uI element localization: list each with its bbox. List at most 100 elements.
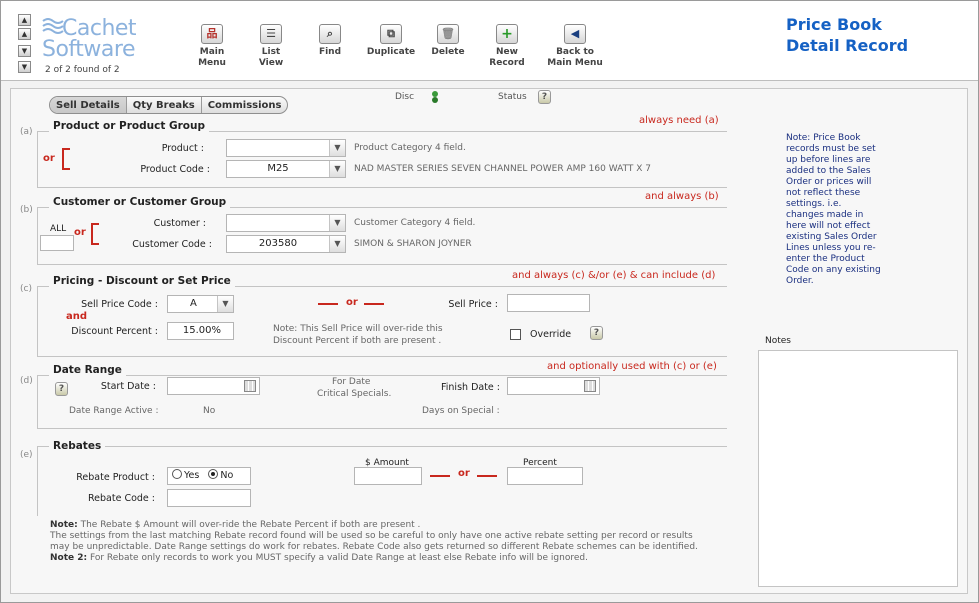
section-a-title: Product or Product Group <box>49 120 210 132</box>
section-b-bracket <box>91 223 99 245</box>
date-range-active-value: No <box>203 406 216 416</box>
back-arrow-icon: ◀ <box>564 24 586 44</box>
search-icon: ⌕ <box>319 24 341 44</box>
duplicate-button[interactable]: ⧉ Duplicate <box>359 24 423 58</box>
chevron-down-icon: ▼ <box>329 161 345 177</box>
chevron-down-icon: ▼ <box>329 236 345 252</box>
product-code-label: Product Code : <box>140 164 210 175</box>
chevron-down-icon: ▼ <box>329 215 345 231</box>
finish-date-label: Finish Date : <box>441 382 500 393</box>
override-help-icon[interactable]: ? <box>590 326 603 340</box>
section-c-or: or <box>346 297 358 308</box>
rebate-yes-radio[interactable] <box>172 469 182 479</box>
chevron-down-icon: ▼ <box>329 140 345 156</box>
product-code-select[interactable]: M25 ▼ <box>226 160 346 178</box>
section-b-side-rule <box>37 207 38 265</box>
section-e-or: or <box>458 468 470 479</box>
section-a-bottom-rule <box>37 187 727 188</box>
section-d-letter: (d) <box>20 376 33 386</box>
start-date-label: Start Date : <box>100 381 156 392</box>
section-c-title: Pricing - Discount or Set Price <box>49 275 235 287</box>
section-c-and: and <box>66 311 88 322</box>
calendar-icon[interactable] <box>584 380 596 392</box>
next-record-icon[interactable]: ▼ <box>18 45 31 57</box>
notes-textarea[interactable] <box>758 350 958 587</box>
product-select[interactable]: ▼ <box>226 139 346 157</box>
delete-button[interactable]: 🗑 Delete <box>416 24 480 58</box>
section-d-hint: and optionally used with (c) or (e) <box>547 361 717 372</box>
sitemap-icon: 品 <box>201 24 223 44</box>
discount-percent-field[interactable]: 15.00% <box>167 322 234 340</box>
disc-label: Disc <box>395 92 415 102</box>
customer-code-label: Customer Code : <box>132 239 212 250</box>
tab-sell-details[interactable]: Sell Details <box>50 97 127 113</box>
sell-price-field[interactable] <box>507 294 590 312</box>
list-view-button[interactable]: ☰ List View <box>239 24 303 69</box>
product-note: Product Category 4 field. <box>354 143 466 153</box>
notes-label: Notes <box>765 336 791 346</box>
first-record-icon[interactable]: ▲ <box>18 14 31 26</box>
section-a-or: or <box>43 153 55 164</box>
sell-price-code-select[interactable]: A ▼ <box>167 295 234 313</box>
prev-record-icon[interactable]: ▲ <box>18 28 31 40</box>
section-b-title: Customer or Customer Group <box>49 196 231 208</box>
rebate-note: Note: The Rebate $ Amount will over-ride… <box>50 520 698 563</box>
trash-icon: 🗑 <box>437 24 459 44</box>
page-subtitle: Detail Record <box>786 36 909 55</box>
section-a-bracket <box>62 148 70 170</box>
plus-icon: + <box>496 24 518 44</box>
override-label: Override <box>530 329 572 340</box>
rebate-amount-field[interactable] <box>354 467 422 485</box>
status-help-icon[interactable]: ? <box>538 90 551 104</box>
rebate-code-field[interactable] <box>167 489 251 507</box>
sell-price-note-line2: Discount Percent if both are present . <box>273 336 442 346</box>
days-on-special-label: Days on Special : <box>422 406 500 416</box>
customer-note: Customer Category 4 field. <box>354 218 476 228</box>
for-date-line1: For Date <box>332 377 371 387</box>
section-c-hint: and always (c) &/or (e) & can include (d… <box>512 270 716 281</box>
section-e-letter: (e) <box>20 450 33 460</box>
finish-date-field[interactable] <box>507 377 600 395</box>
list-icon: ☰ <box>260 24 282 44</box>
tab-commissions[interactable]: Commissions <box>202 97 288 113</box>
page-title: Price Book <box>786 15 882 34</box>
section-d-side-rule <box>37 375 38 429</box>
rebate-code-label: Rebate Code : <box>87 493 155 504</box>
all-field[interactable] <box>40 235 74 251</box>
new-record-button[interactable]: + New Record <box>475 24 539 69</box>
start-date-field[interactable] <box>167 377 260 395</box>
customer-select[interactable]: ▼ <box>226 214 346 232</box>
tab-bar: Sell Details Qty Breaks Commissions <box>49 96 289 114</box>
section-b-bottom-rule <box>37 264 727 265</box>
last-record-icon[interactable]: ▼ <box>18 61 31 73</box>
section-c-side-rule <box>37 286 38 357</box>
record-count: 2 of 2 found of 2 <box>45 65 120 75</box>
sell-price-note-line1: Note: This Sell Price will over-ride thi… <box>273 324 443 334</box>
section-c-letter: (c) <box>20 284 32 294</box>
disc-icon[interactable] <box>430 90 440 104</box>
product-label: Product : <box>161 143 204 154</box>
calendar-icon[interactable] <box>244 380 256 392</box>
tab-qty-breaks[interactable]: Qty Breaks <box>127 97 202 113</box>
find-button[interactable]: ⌕ Find <box>298 24 362 58</box>
for-date-line2: Critical Specials. <box>317 389 392 399</box>
date-range-help-icon[interactable]: ? <box>55 382 68 396</box>
rebate-or-dash-left <box>430 475 450 477</box>
main-menu-button[interactable]: 品 Main Menu <box>180 24 244 69</box>
sell-price-code-label: Sell Price Code : <box>81 299 158 310</box>
rebate-or-dash-right <box>477 475 497 477</box>
rebate-product-radio-group: Yes No <box>167 467 251 485</box>
customer-code-select[interactable]: 203580 ▼ <box>226 235 346 253</box>
date-range-active-label: Date Range Active : <box>69 406 159 416</box>
rebate-percent-field[interactable] <box>507 467 583 485</box>
section-a-letter: (a) <box>20 127 33 137</box>
section-d-title: Date Range <box>49 364 126 376</box>
rebate-no-radio[interactable] <box>208 469 219 479</box>
section-b-hint: and always (b) <box>645 191 719 202</box>
section-e-top-rule <box>37 446 727 447</box>
back-to-main-menu-button[interactable]: ◀ Back to Main Menu <box>540 24 610 69</box>
section-c-bottom-rule <box>37 356 727 357</box>
product-description: NAD MASTER SERIES SEVEN CHANNEL POWER AM… <box>354 164 652 174</box>
section-e-side-rule <box>37 446 38 516</box>
override-checkbox[interactable] <box>510 329 521 340</box>
